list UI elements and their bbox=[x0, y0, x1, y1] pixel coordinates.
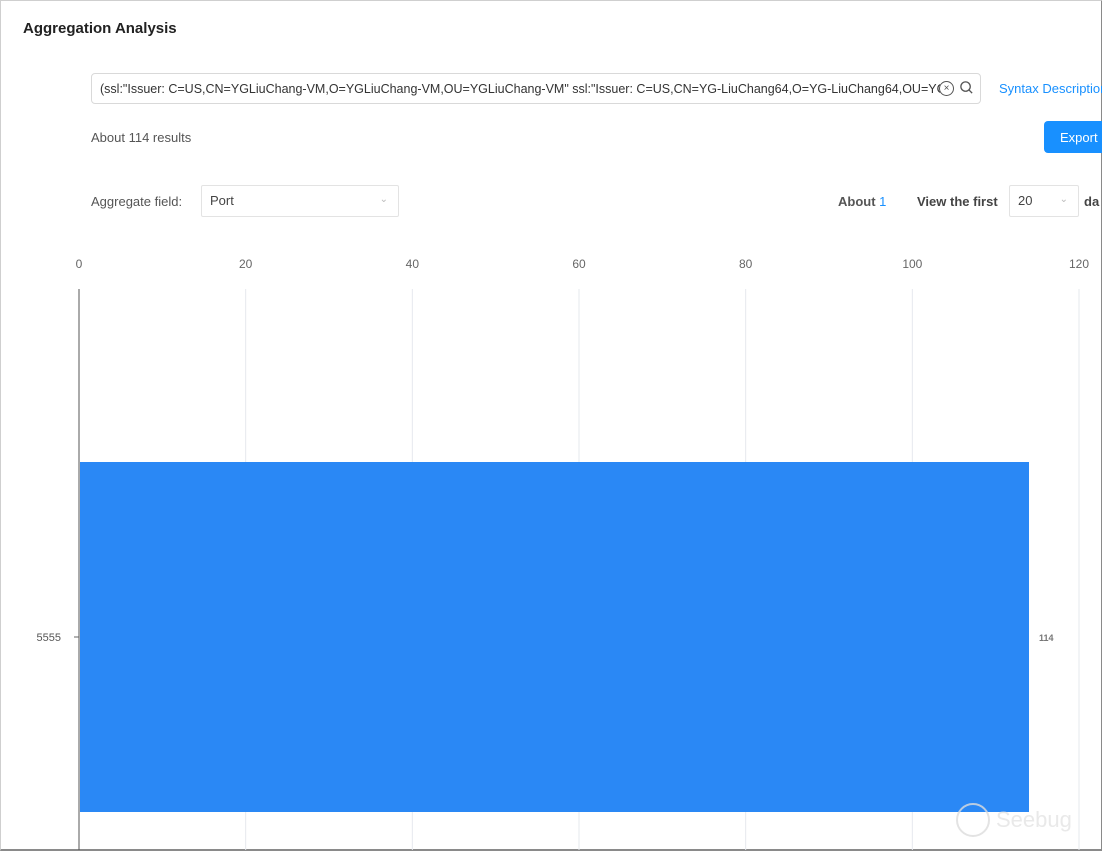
x-tick-label: 60 bbox=[572, 257, 586, 271]
clear-icon[interactable]: × bbox=[939, 81, 954, 96]
x-tick-label: 40 bbox=[406, 257, 420, 271]
x-tick-label: 100 bbox=[902, 257, 922, 271]
aggregate-field-label: Aggregate field: bbox=[91, 194, 183, 209]
chevron-down-icon: ⌄ bbox=[379, 194, 388, 205]
seebug-logo bbox=[956, 803, 990, 837]
search-input[interactable] bbox=[92, 74, 948, 103]
x-tick-label: 0 bbox=[76, 257, 83, 271]
watermark-text: Seebug bbox=[996, 807, 1072, 832]
data-label: 114 bbox=[1039, 633, 1054, 643]
view-first-label: View the first bbox=[917, 194, 998, 209]
watermark: Seebug bbox=[956, 803, 1072, 837]
results-count: About 114 results bbox=[91, 130, 192, 145]
chevron-down-icon: ⌄ bbox=[1059, 194, 1068, 205]
aggregate-field-value: Port bbox=[210, 193, 234, 208]
export-button[interactable]: Export bbox=[1044, 121, 1102, 153]
syntax-description-link[interactable]: Syntax Description bbox=[999, 81, 1102, 96]
trailing-label: da bbox=[1084, 194, 1100, 209]
y-tick-label: 5555 bbox=[37, 632, 61, 644]
about-label: About bbox=[838, 194, 876, 209]
view-first-value: 20 bbox=[1018, 193, 1033, 208]
x-tick-label: 80 bbox=[739, 257, 753, 271]
x-tick-label: 20 bbox=[239, 257, 253, 271]
view-first-select[interactable]: 20 ⌄ bbox=[1009, 185, 1079, 217]
search-icon[interactable] bbox=[959, 80, 974, 95]
bar bbox=[80, 462, 1029, 812]
about-count: About 1 bbox=[838, 194, 886, 209]
about-count-value: 1 bbox=[879, 194, 887, 209]
page-title: Aggregation Analysis bbox=[23, 20, 177, 37]
bar-chart: 0 20 40 60 80 100 120 5555 114 bbox=[37, 257, 1089, 850]
x-tick-label: 120 bbox=[1069, 257, 1089, 271]
aggregate-field-select[interactable]: Port ⌄ bbox=[201, 185, 399, 217]
search-box[interactable]: × bbox=[91, 73, 981, 104]
